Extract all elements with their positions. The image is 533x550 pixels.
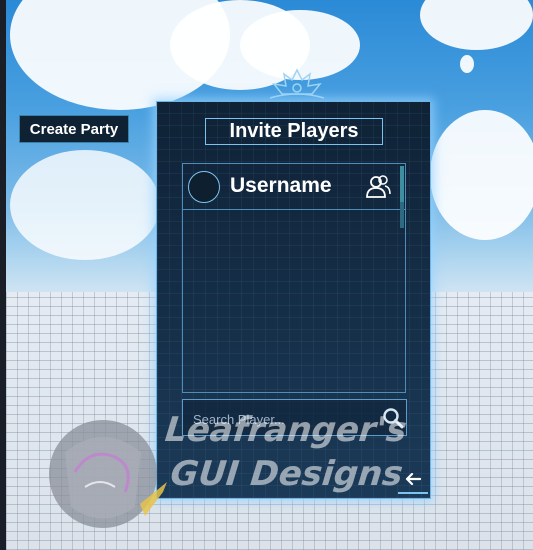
cloud <box>430 110 533 240</box>
crown-ornament-icon <box>269 68 325 99</box>
add-friend-icon[interactable] <box>364 173 392 201</box>
player-row[interactable]: Username <box>183 164 405 210</box>
arrow-left-icon <box>405 473 421 485</box>
scrollbar-thumb[interactable] <box>400 166 404 202</box>
player-username: Username <box>230 174 332 197</box>
create-party-button[interactable]: Create Party <box>19 115 129 143</box>
watermark-line-1: Leafranger's <box>163 410 409 450</box>
avatar <box>188 171 220 203</box>
cloud <box>420 0 533 50</box>
designer-logo <box>49 420 167 528</box>
cloud <box>10 150 160 260</box>
player-list[interactable]: Username <box>182 163 406 393</box>
watermark-text: Leafranger's GUI Designs <box>158 408 409 496</box>
cloud <box>460 55 474 73</box>
watermark-line-2: GUI Designs <box>168 454 405 494</box>
list-scrollbar[interactable] <box>400 166 404 228</box>
panel-title: Invite Players <box>205 118 383 145</box>
